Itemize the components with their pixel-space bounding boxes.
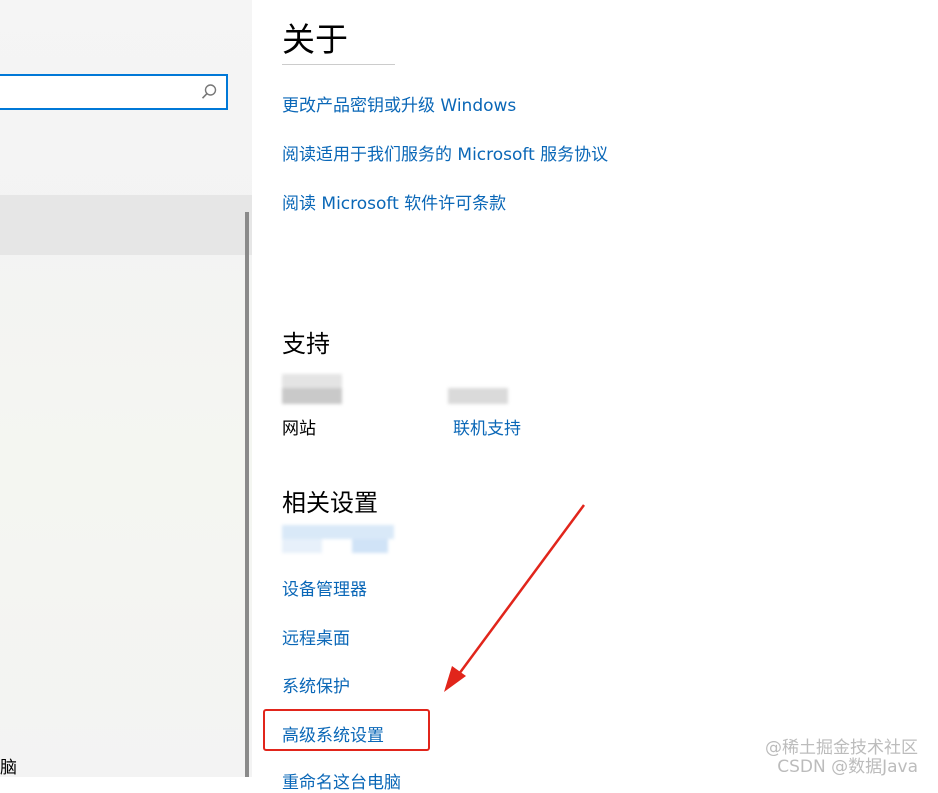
search-icon[interactable] [200,83,218,101]
page-title: 关于 [282,20,348,59]
device-manager-link[interactable]: 设备管理器 [282,575,367,600]
website-icon-blurred [282,374,342,404]
website-label: 网站 [282,419,316,439]
highlight-box-annotation [263,709,430,751]
blurred-link[interactable] [282,523,394,555]
rename-pc-link[interactable]: 重命名这台电脑 [282,768,401,793]
nav-item-label-partial[interactable]: 脑 [0,753,17,778]
search-box[interactable] [0,74,228,110]
title-divider [282,64,395,65]
remote-desktop-link[interactable]: 远程桌面 [282,624,350,649]
system-protection-link[interactable]: 系统保护 [282,672,350,697]
about-content: 关于 更改产品密钥或升级 Windows 阅读适用于我们服务的 Microsof… [282,0,938,793]
ms-service-agreement-link[interactable]: 阅读适用于我们服务的 Microsoft 服务协议 [282,140,608,165]
online-support-link[interactable]: 联机支持 [453,414,521,439]
watermark-csdn: CSDN @数据Java [777,757,918,777]
support-heading: 支持 [282,330,330,358]
online-support-icon-blurred [448,380,524,404]
search-input[interactable] [6,80,190,106]
nav-item-selected[interactable] [0,195,252,255]
related-settings-heading: 相关设置 [282,489,378,517]
change-product-key-link[interactable]: 更改产品密钥或升级 Windows [282,91,516,116]
ms-license-terms-link[interactable]: 阅读 Microsoft 软件许可条款 [282,189,506,214]
scrollbar[interactable] [245,212,249,777]
left-nav-pane: 脑 [0,0,252,778]
